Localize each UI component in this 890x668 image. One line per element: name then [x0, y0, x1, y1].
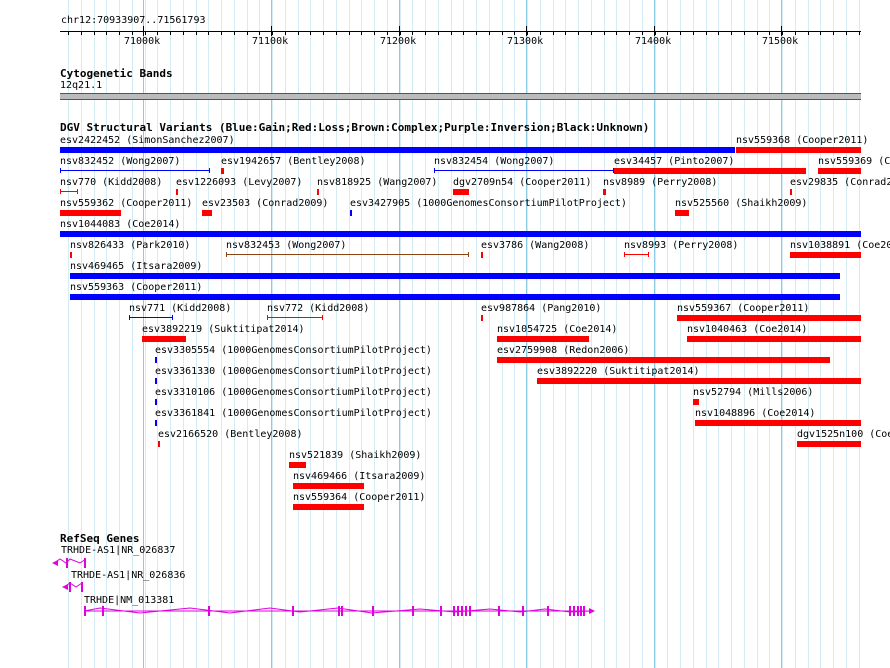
gene-exon [208, 606, 210, 616]
gene-exon [461, 606, 463, 616]
gene-exon [577, 606, 579, 616]
gene-exon [522, 606, 524, 616]
gene-exon [465, 606, 467, 616]
gene-exon [469, 606, 471, 616]
refseq-gene-models [52, 558, 595, 616]
genome-browser-panel: chr12:70933907..71561793 71000k 71100k 712… [0, 0, 890, 668]
gene-exon [372, 606, 374, 616]
gene-exon [412, 606, 414, 616]
gene-exon [547, 606, 549, 616]
gene-exon [69, 582, 71, 592]
gene-exon [453, 606, 455, 616]
gene-exon [440, 606, 442, 616]
gene-strand-arrow [52, 560, 58, 566]
gene-exon [583, 606, 585, 616]
gene-exon [102, 606, 104, 616]
gene-exon [81, 582, 83, 592]
gene-exon [573, 606, 575, 616]
gene-exon [341, 606, 343, 616]
gene-exon [338, 606, 340, 616]
gene-exon [292, 606, 294, 616]
gene-exon [457, 606, 459, 616]
gene-exon [84, 558, 86, 568]
gene-exon [84, 606, 86, 616]
gene-exon [569, 606, 571, 616]
gene-intron-line [53, 558, 87, 564]
gene-strand-arrow [62, 584, 68, 590]
gene-strand-arrow [589, 608, 595, 614]
gene-exon [580, 606, 582, 616]
gene-exon [498, 606, 500, 616]
gene-exon [66, 558, 68, 568]
